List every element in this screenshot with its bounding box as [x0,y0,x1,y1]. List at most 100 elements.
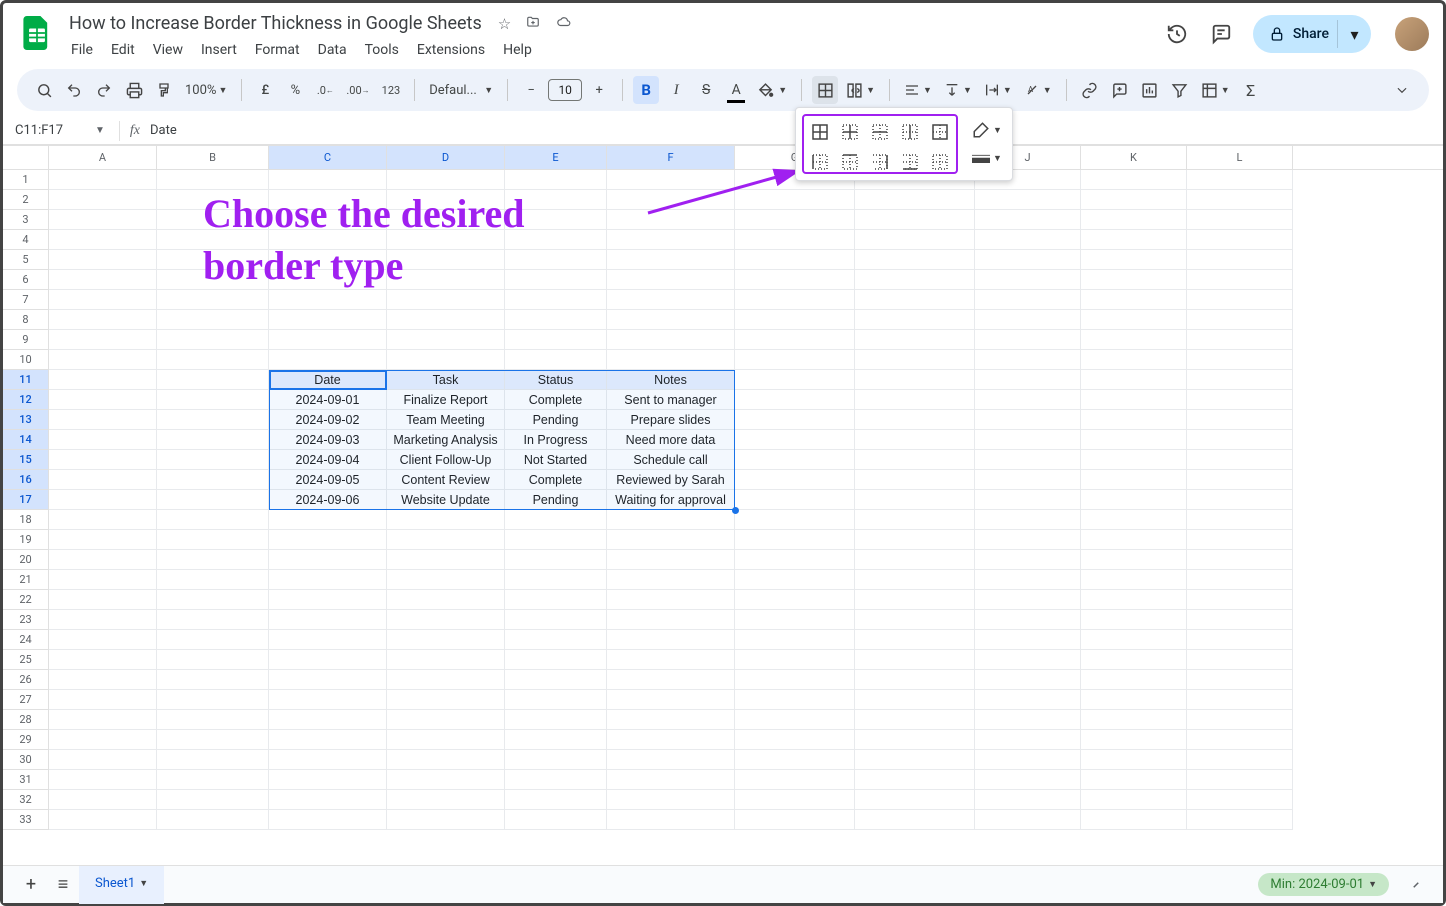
cell[interactable] [607,610,735,630]
valign-button[interactable]: ▼ [940,76,976,104]
cell[interactable] [1081,450,1187,470]
row-header-9[interactable]: 9 [3,330,49,350]
strikethrough-button[interactable]: S [693,76,719,104]
cell[interactable] [387,810,505,830]
cell[interactable] [387,510,505,530]
cell[interactable] [49,270,157,290]
cell[interactable] [735,190,855,210]
cell[interactable] [735,470,855,490]
cell[interactable] [607,550,735,570]
cell[interactable] [49,590,157,610]
row-header-19[interactable]: 19 [3,530,49,550]
cell[interactable] [1081,630,1187,650]
cell[interactable] [607,270,735,290]
row-header-20[interactable]: 20 [3,550,49,570]
border-horizontal-button[interactable] [867,119,893,145]
menu-view[interactable]: View [145,38,191,62]
cell[interactable]: 2024-09-05 [269,470,387,490]
cell[interactable] [607,650,735,670]
cell[interactable] [735,770,855,790]
cell[interactable] [269,510,387,530]
zoom-dropdown[interactable]: 100%▼ [181,76,231,104]
cell[interactable] [855,330,975,350]
cell[interactable] [387,650,505,670]
cell[interactable] [607,790,735,810]
cell[interactable] [1081,410,1187,430]
col-header-K[interactable]: K [1081,146,1187,169]
cell[interactable] [157,790,269,810]
all-sheets-button[interactable]: ≡ [47,869,79,901]
cell[interactable] [505,670,607,690]
cell[interactable] [49,490,157,510]
cell[interactable]: Pending [505,490,607,510]
cell[interactable] [505,210,607,230]
link-button[interactable] [1077,76,1103,104]
cell[interactable] [1187,350,1293,370]
cell[interactable] [1187,310,1293,330]
cell[interactable] [607,750,735,770]
cell[interactable] [1081,730,1187,750]
cell[interactable] [855,430,975,450]
cell[interactable] [387,250,505,270]
cell[interactable] [49,550,157,570]
cell[interactable] [607,350,735,370]
menu-file[interactable]: File [63,38,101,62]
cloud-icon[interactable] [555,15,573,33]
cell[interactable] [1081,770,1187,790]
cell[interactable] [607,330,735,350]
cell[interactable] [157,510,269,530]
cell[interactable] [1187,170,1293,190]
cell[interactable] [735,690,855,710]
cell[interactable] [855,670,975,690]
cell[interactable] [855,570,975,590]
menu-extensions[interactable]: Extensions [409,38,493,62]
cell[interactable] [269,790,387,810]
cell[interactable] [157,230,269,250]
cell[interactable] [1187,190,1293,210]
col-header-A[interactable]: A [49,146,157,169]
row-header-10[interactable]: 10 [3,350,49,370]
cell[interactable] [387,670,505,690]
increase-decimal-button[interactable]: .00→ [342,76,373,104]
sheets-logo[interactable] [17,13,57,53]
cell[interactable] [157,550,269,570]
cell[interactable] [1187,750,1293,770]
cell[interactable] [49,690,157,710]
currency-button[interactable]: £ [252,76,278,104]
explore-button[interactable] [1401,870,1431,900]
cell[interactable] [157,270,269,290]
rotation-button[interactable]: A▼ [1020,76,1056,104]
cell[interactable] [505,810,607,830]
cell[interactable]: 2024-09-06 [269,490,387,510]
filter-button[interactable] [1167,76,1193,104]
cell[interactable]: Client Follow-Up [387,450,505,470]
cell[interactable] [1081,790,1187,810]
cell[interactable] [49,230,157,250]
more-formats-button[interactable]: 123 [378,76,405,104]
cell[interactable] [1081,310,1187,330]
add-sheet-button[interactable]: + [15,869,47,901]
cell[interactable] [855,770,975,790]
status-pill[interactable]: Min: 2024-09-01▼ [1258,873,1389,896]
cell[interactable] [1187,610,1293,630]
star-icon[interactable]: ☆ [498,15,511,33]
cell[interactable] [157,810,269,830]
cell[interactable]: Sent to manager [607,390,735,410]
row-header-13[interactable]: 13 [3,410,49,430]
cell[interactable] [855,370,975,390]
cell[interactable] [157,430,269,450]
cell[interactable] [1187,410,1293,430]
collapse-toolbar-button[interactable] [1389,76,1415,104]
cell[interactable] [735,670,855,690]
cell[interactable] [505,190,607,210]
cell[interactable] [1187,330,1293,350]
cell[interactable] [607,250,735,270]
cell[interactable] [855,610,975,630]
cell[interactable] [49,210,157,230]
cell[interactable]: Team Meeting [387,410,505,430]
select-all-corner[interactable] [3,146,49,169]
cell[interactable] [49,510,157,530]
cell[interactable] [1081,170,1187,190]
cell[interactable] [1187,550,1293,570]
cell[interactable] [1187,430,1293,450]
